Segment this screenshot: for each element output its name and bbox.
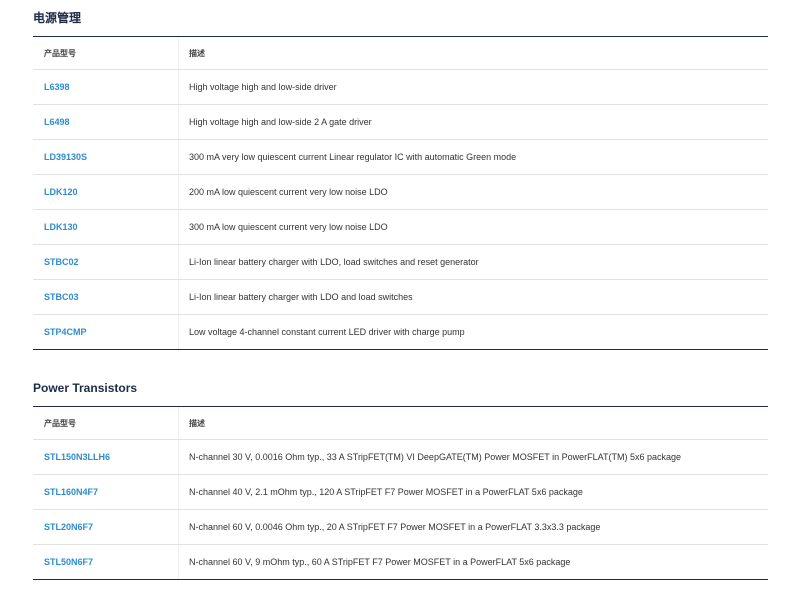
- product-table: 产品型号 描述 STL150N3LLH6 N-channel 30 V, 0.0…: [33, 406, 768, 580]
- section-title: Power Transistors: [33, 381, 138, 395]
- part-number-link[interactable]: LD39130S: [44, 152, 87, 162]
- table-row: STP4CMP Low voltage 4-channel constant c…: [33, 315, 768, 349]
- part-number-link[interactable]: STP4CMP: [44, 327, 87, 337]
- part-number-link[interactable]: LDK130: [44, 222, 78, 232]
- section-power-transistors: Power Transistors 产品型号 描述 STL150N3LLH6 N…: [33, 381, 768, 580]
- part-number-link[interactable]: STBC03: [44, 292, 79, 302]
- table-row: L6398 High voltage high and low-side dri…: [33, 70, 768, 105]
- part-description: Li-Ion linear battery charger with LDO a…: [189, 292, 413, 302]
- table-row: STL150N3LLH6 N-channel 30 V, 0.0016 Ohm …: [33, 440, 768, 475]
- part-description: Low voltage 4-channel constant current L…: [189, 327, 465, 337]
- table-row: STL160N4F7 N-channel 40 V, 2.1 mOhm typ.…: [33, 475, 768, 510]
- header-part-number: 产品型号: [33, 37, 179, 69]
- part-number-link[interactable]: STL150N3LLH6: [44, 452, 110, 462]
- table-header: 产品型号 描述: [33, 407, 768, 440]
- part-description: High voltage high and low-side 2 A gate …: [189, 117, 372, 127]
- part-description: N-channel 60 V, 9 mOhm typ., 60 A STripF…: [189, 557, 571, 567]
- part-description: High voltage high and low-side driver: [189, 82, 337, 92]
- part-description: 300 mA low quiescent current very low no…: [189, 222, 388, 232]
- part-number-link[interactable]: LDK120: [44, 187, 78, 197]
- table-row: STBC03 Li-Ion linear battery charger wit…: [33, 280, 768, 315]
- part-description: Li-Ion linear battery charger with LDO, …: [189, 257, 479, 267]
- section-power-management: 电源管理 产品型号 描述 L6398 High voltage high and…: [33, 11, 768, 350]
- table-row: LD39130S 300 mA very low quiescent curre…: [33, 140, 768, 175]
- header-part-number: 产品型号: [33, 407, 179, 439]
- table-row: STL50N6F7 N-channel 60 V, 9 mOhm typ., 6…: [33, 545, 768, 579]
- table-header: 产品型号 描述: [33, 37, 768, 70]
- part-number-link[interactable]: STL50N6F7: [44, 557, 93, 567]
- table-row: STL20N6F7 N-channel 60 V, 0.0046 Ohm typ…: [33, 510, 768, 545]
- part-description: 200 mA low quiescent current very low no…: [189, 187, 388, 197]
- part-description: N-channel 40 V, 2.1 mOhm typ., 120 A STr…: [189, 487, 583, 497]
- table-row: L6498 High voltage high and low-side 2 A…: [33, 105, 768, 140]
- table-row: LDK130 300 mA low quiescent current very…: [33, 210, 768, 245]
- header-description: 描述: [189, 418, 205, 428]
- part-description: N-channel 60 V, 0.0046 Ohm typ., 20 A ST…: [189, 522, 601, 532]
- part-number-link[interactable]: L6398: [44, 82, 70, 92]
- part-description: 300 mA very low quiescent current Linear…: [189, 152, 517, 162]
- table-row: STBC02 Li-Ion linear battery charger wit…: [33, 245, 768, 280]
- section-title: 电源管理: [33, 11, 82, 25]
- part-number-link[interactable]: STL20N6F7: [44, 522, 93, 532]
- part-number-link[interactable]: L6498: [44, 117, 70, 127]
- table-row: LDK120 200 mA low quiescent current very…: [33, 175, 768, 210]
- header-description: 描述: [189, 48, 205, 58]
- part-description: N-channel 30 V, 0.0016 Ohm typ., 33 A ST…: [189, 452, 681, 462]
- product-table: 产品型号 描述 L6398 High voltage high and low-…: [33, 36, 768, 350]
- page: 电源管理 产品型号 描述 L6398 High voltage high and…: [0, 0, 796, 591]
- part-number-link[interactable]: STBC02: [44, 257, 79, 267]
- part-number-link[interactable]: STL160N4F7: [44, 487, 98, 497]
